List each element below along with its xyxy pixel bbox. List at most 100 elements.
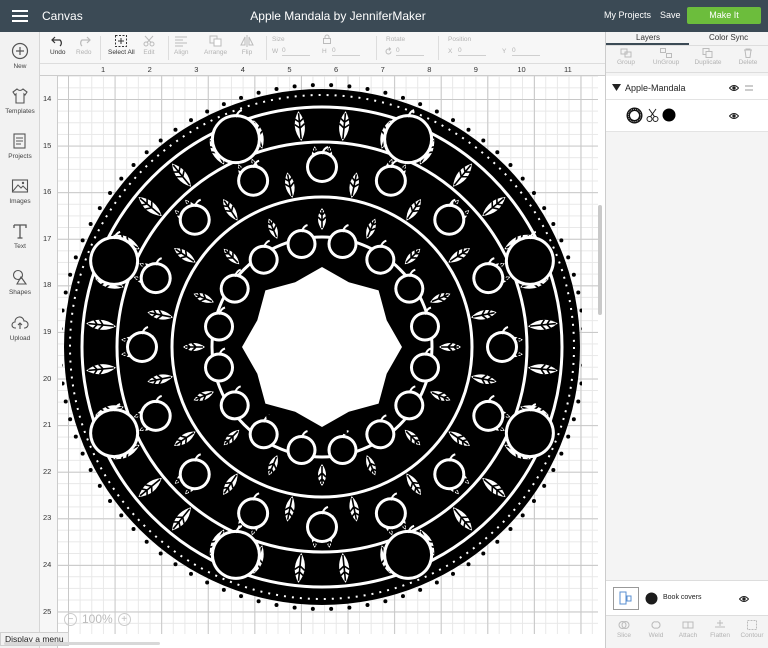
weld-icon	[651, 621, 661, 629]
w-label: W	[272, 48, 279, 55]
toolbar-divider	[100, 36, 101, 60]
horizontal-scrollbar[interactable]	[4, 642, 160, 645]
duplicate-button[interactable]: Duplicate	[688, 48, 728, 66]
contour-button[interactable]: Contour	[736, 619, 768, 639]
flatten-button[interactable]: Flatten	[704, 619, 736, 639]
h-label: H	[322, 48, 327, 55]
edit-button[interactable]: Edit	[142, 35, 156, 56]
weld-button[interactable]: Weld	[640, 619, 672, 639]
align-icon	[175, 36, 188, 47]
lock-icon[interactable]	[322, 34, 332, 44]
delete-button[interactable]: Delete	[728, 48, 768, 66]
eye-icon[interactable]	[729, 112, 739, 120]
ruler-tick-label: 23	[43, 513, 52, 523]
ungroup-button[interactable]: UnGroup	[646, 48, 686, 66]
zoom-in-button[interactable]: +	[117, 612, 131, 626]
ruler-tick-label: 4	[240, 65, 245, 74]
mandala-thumbnail-icon	[626, 107, 643, 124]
canvas-color-swatch-icon[interactable]	[645, 592, 658, 605]
align-button[interactable]: Align	[174, 35, 188, 56]
sidebar-item-templates[interactable]: Templates	[0, 87, 40, 115]
sidebar-item-label: Templates	[5, 108, 35, 115]
x-field[interactable]: 0	[458, 47, 486, 56]
hamburger-icon[interactable]	[12, 10, 28, 22]
layer-group-name: Apple-Mandala	[625, 83, 686, 93]
left-ruler: 14 15 16 17 18 19 20 21 22 23 24 25	[40, 76, 58, 648]
group-button[interactable]: Group	[606, 48, 646, 66]
sidebar-item-images[interactable]: Images	[0, 177, 40, 205]
zoom-out-button[interactable]: −	[64, 612, 77, 626]
color-swatch-icon[interactable]	[662, 108, 676, 122]
layer-group-row[interactable]: Apple-Mandala	[606, 76, 768, 100]
tab-color-sync[interactable]: Color Sync	[709, 33, 748, 42]
edit-toolbar: Undo Redo Select All Edit Align Arrange …	[40, 32, 605, 64]
ruler-tick-label: 20	[43, 373, 52, 383]
slice-button[interactable]: Slice	[608, 619, 640, 639]
tab-layers[interactable]: Layers	[636, 33, 660, 42]
ruler-tick-label: 11	[564, 65, 572, 74]
panel-tabs: Layers Color Sync	[606, 32, 768, 45]
apple-mandala-design[interactable]	[62, 82, 582, 612]
align-label: Align	[174, 49, 189, 56]
sidebar-item-label: Projects	[8, 153, 32, 160]
sidebar-item-shapes[interactable]: Shapes	[0, 268, 40, 296]
save-link[interactable]: Save	[660, 10, 681, 20]
my-projects-link[interactable]: My Projects	[604, 10, 651, 20]
x-label: X	[448, 48, 453, 55]
sidebar-item-projects[interactable]: Projects	[0, 132, 40, 160]
ruler-tick-label: 1	[101, 65, 106, 74]
canvas-thumbnail[interactable]	[613, 587, 639, 610]
y-field[interactable]: 0	[512, 47, 540, 56]
shapes-icon	[12, 269, 28, 285]
redo-button[interactable]: Redo	[76, 35, 92, 56]
ruler-tick-label: 2	[147, 65, 152, 74]
sidebar-item-text[interactable]: Text	[0, 222, 40, 250]
sidebar-item-upload[interactable]: Upload	[0, 314, 40, 342]
sidebar-item-label: Shapes	[8, 289, 32, 296]
ruler-tick-label: 6	[334, 65, 339, 74]
design-space-app: Canvas Apple Mandala by JenniferMaker My…	[0, 0, 768, 648]
ruler-tick-label: 10	[517, 65, 526, 74]
layers-panel: Layers Color Sync Group UnGroup Duplicat…	[605, 32, 768, 648]
slice-label: Slice	[616, 632, 632, 639]
left-sidebar: New Templates Projects Images Text Shape…	[0, 32, 40, 648]
design-canvas[interactable]	[58, 76, 598, 634]
flip-button[interactable]: Flip	[240, 35, 254, 56]
ruler-tick-label: 21	[43, 420, 52, 430]
scissors-icon	[143, 35, 155, 47]
select-all-button[interactable]: Select All	[108, 35, 135, 56]
flatten-icon	[715, 620, 725, 628]
arrange-button[interactable]: Arrange	[204, 35, 227, 56]
ruler-tick-label: 9	[473, 65, 478, 74]
arrange-label: Arrange	[204, 49, 228, 56]
sidebar-item-label: Upload	[9, 335, 31, 342]
vertical-scrollbar[interactable]	[598, 205, 602, 315]
edit-label: Edit	[143, 49, 155, 56]
ungroup-icon	[660, 48, 672, 58]
drag-handle-icon[interactable]	[745, 85, 753, 91]
width-field[interactable]: 0	[282, 47, 310, 56]
undo-label: Undo	[50, 49, 66, 56]
zoom-control: − 100% +	[64, 612, 131, 626]
make-it-button[interactable]: Make It	[687, 7, 761, 24]
expand-triangle-icon[interactable]	[612, 84, 621, 91]
eye-icon[interactable]	[739, 595, 749, 603]
attach-label: Attach	[678, 632, 698, 639]
sidebar-item-label: Images	[9, 198, 31, 205]
zoom-level: 100%	[82, 612, 113, 626]
ruler-tick-label: 3	[194, 65, 199, 74]
rotate-field[interactable]: 0	[396, 47, 424, 56]
ruler-tick-label: 8	[427, 65, 432, 74]
flatten-label: Flatten	[710, 632, 730, 639]
rotate-label: Rotate	[386, 36, 406, 43]
undo-button[interactable]: Undo	[50, 35, 66, 56]
layer-item-row[interactable]	[606, 100, 768, 132]
sidebar-item-new[interactable]: New	[0, 42, 40, 70]
height-field[interactable]: 0	[332, 47, 360, 56]
blank-canvas-row[interactable]: Book covers	[606, 580, 768, 616]
attach-button[interactable]: Attach	[672, 619, 704, 639]
toolbar-divider	[266, 36, 267, 60]
redo-icon	[79, 36, 91, 47]
eye-icon[interactable]	[729, 84, 739, 92]
ruler-tick-label: 22	[43, 466, 52, 476]
